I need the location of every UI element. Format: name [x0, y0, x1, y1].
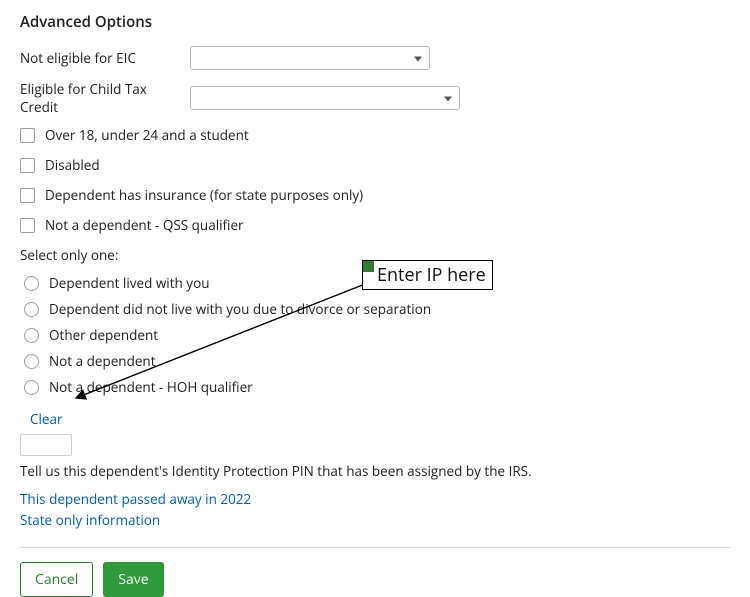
save-button[interactable]: Save [103, 562, 163, 597]
disabled-checkbox[interactable] [20, 158, 35, 173]
ip-pin-help: Tell us this dependent's Identity Protec… [20, 462, 730, 480]
insurance-checkbox[interactable] [20, 188, 35, 203]
state-only-link[interactable]: State only information [20, 511, 730, 529]
disabled-label: Disabled [45, 156, 100, 174]
radio-hoh[interactable] [24, 380, 39, 395]
select-only-one-heading: Select only one: [20, 246, 730, 264]
ip-pin-input[interactable] [20, 434, 72, 456]
radio-not-dep-label: Not a dependent [49, 352, 156, 370]
radio-hoh-label: Not a dependent - HOH qualifier [49, 378, 253, 396]
radio-not-dep[interactable] [24, 354, 39, 369]
ctc-select[interactable] [190, 86, 460, 110]
eic-select[interactable] [190, 46, 430, 70]
clear-link[interactable]: Clear [30, 410, 63, 428]
student-label: Over 18, under 24 and a student [45, 126, 249, 144]
qss-label: Not a dependent - QSS qualifier [45, 216, 244, 234]
cancel-button[interactable]: Cancel [20, 562, 93, 597]
radio-divorce[interactable] [24, 302, 39, 317]
insurance-label: Dependent has insurance (for state purpo… [45, 186, 363, 204]
student-checkbox[interactable] [20, 128, 35, 143]
advanced-options-title: Advanced Options [20, 12, 730, 32]
radio-lived-label: Dependent lived with you [49, 274, 209, 292]
radio-lived[interactable] [24, 276, 39, 291]
radio-other-label: Other dependent [49, 326, 158, 344]
radio-divorce-label: Dependent did not live with you due to d… [49, 300, 431, 318]
divider [20, 547, 730, 548]
qss-checkbox[interactable] [20, 218, 35, 233]
eic-label: Not eligible for EIC [20, 49, 180, 67]
radio-other[interactable] [24, 328, 39, 343]
passed-away-link[interactable]: This dependent passed away in 2022 [20, 490, 730, 508]
ctc-label: Eligible for Child Tax Credit [20, 80, 180, 116]
